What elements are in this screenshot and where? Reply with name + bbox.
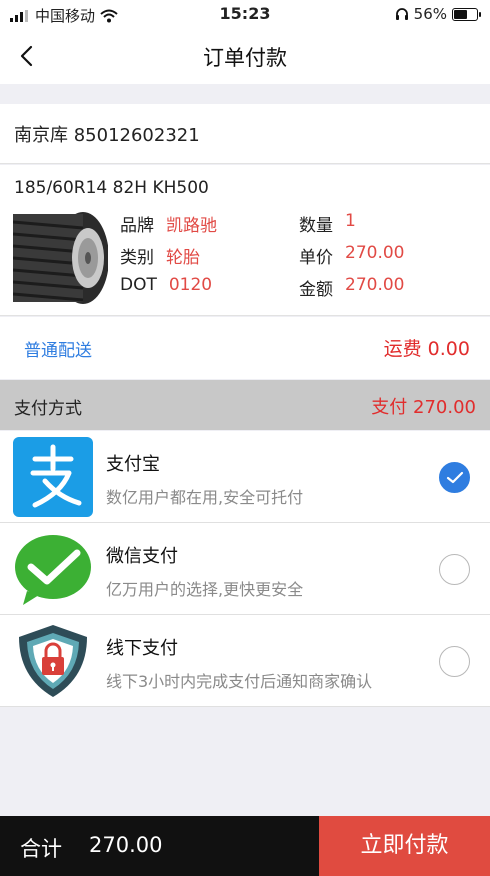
unit-price-label: 单价 [299,248,333,268]
pay-now-button[interactable]: 立即付款 [319,816,490,876]
category-value: 轮胎 [166,248,200,268]
spec-category: 类别 轮胎 [120,243,200,268]
amount-label: 金额 [299,280,333,300]
spec-unit-price: 单价 270.00 [299,243,404,268]
wechat-pay-icon [15,535,91,605]
product-card: 185/60R14 82H KH500 品牌 凯路驰 类别 轮胎 DOT 012… [0,165,490,316]
dot-label: DOT [120,275,157,295]
payment-amount: 支付 270.00 [371,397,476,418]
checkmark-icon [446,471,464,484]
tire-image [13,210,108,305]
spec-amount: 金额 270.00 [299,275,404,300]
quantity-label: 数量 [299,216,333,236]
headphones-icon [395,8,408,20]
wechat-pay-radio[interactable] [439,554,470,585]
offline-pay-title: 线下支付 [106,638,178,659]
battery-icon [452,7,481,21]
warehouse-row: 南京库 85012602321 [0,104,490,164]
payment-method-header: 支付方式 支付 270.00 [0,380,490,430]
alipay-description: 数亿用户都在用,安全可托付 [106,488,304,507]
wechat-pay-description: 亿万用户的选择,更快更安全 [106,580,304,599]
battery-percent: 56% [413,5,447,23]
wechat-pay-title: 微信支付 [106,546,178,567]
alipay-radio[interactable] [439,462,470,493]
spec-dot: DOT 0120 [120,275,212,295]
amount-value: 270.00 [345,275,405,295]
product-name: 185/60R14 82H KH500 [14,178,209,198]
category-label: 类别 [120,248,154,268]
alipay-icon [13,437,93,517]
offline-shield-icon [19,625,87,697]
status-bar: 中国移动 15:23 56% [0,0,490,28]
delivery-mode-link[interactable]: 普通配送 [24,336,92,361]
checkout-footer: 合计 270.00 立即付款 [0,816,490,876]
alipay-title: 支付宝 [106,454,160,475]
dot-value: 0120 [168,275,213,295]
spec-brand: 品牌 凯路驰 [120,211,217,236]
payment-option-alipay[interactable]: 支付宝 数亿用户都在用,安全可托付 [0,431,490,523]
payment-option-offline[interactable]: 线下支付 线下3小时内完成支付后通知商家确认 [0,615,490,707]
spec-quantity: 数量 1 [299,211,356,236]
offline-pay-description: 线下3小时内完成支付后通知商家确认 [106,672,373,691]
payment-method-label: 支付方式 [14,399,82,419]
offline-pay-radio[interactable] [439,646,470,677]
brand-value: 凯路驰 [166,216,217,236]
total-amount: 270.00 [89,833,163,857]
quantity-value: 1 [345,211,356,231]
brand-label: 品牌 [120,216,154,236]
warehouse-order-number: 南京库 85012602321 [14,125,200,146]
page-title: 订单付款 [203,46,287,70]
status-right: 56% [395,5,481,23]
total-label: 合计 [20,837,62,861]
shipping-fee: 运费 0.00 [383,338,470,360]
payment-option-wechat[interactable]: 微信支付 亿万用户的选择,更快更安全 [0,523,490,615]
unit-price-value: 270.00 [345,243,405,263]
nav-bar: 订单付款 [0,28,490,84]
delivery-row: 普通配送 运费 0.00 [0,317,490,379]
